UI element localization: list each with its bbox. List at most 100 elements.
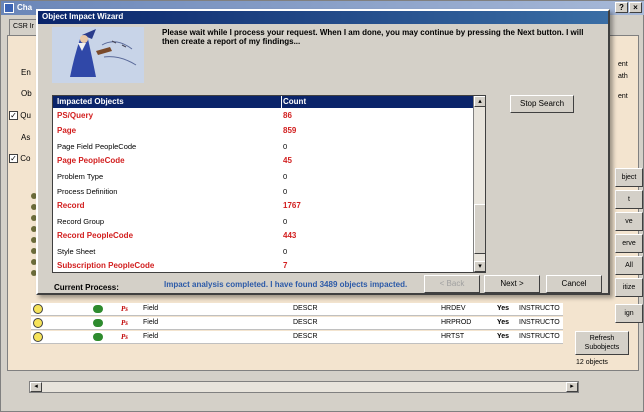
- side-label-3: ent: [618, 93, 628, 100]
- stop-search-button[interactable]: Stop Search: [510, 95, 574, 113]
- cell-db: HRDEV: [441, 305, 466, 312]
- list-item[interactable]: Page Field PeopleCode 0: [53, 138, 473, 154]
- side-button-object[interactable]: bject: [615, 168, 643, 187]
- horizontal-scrollbar[interactable]: ◂ ▸: [29, 381, 579, 393]
- object-count: 0: [283, 142, 288, 151]
- object-count: 0: [283, 187, 288, 196]
- object-count: 0: [283, 217, 288, 226]
- object-type: Page Field PeopleCode: [57, 142, 137, 151]
- peoplesoft-icon: Ps: [121, 319, 128, 327]
- cell-name: DESCR: [293, 319, 318, 326]
- scroll-down-icon[interactable]: ▾: [474, 261, 485, 272]
- wizard-message: Please wait while I process your request…: [162, 28, 584, 46]
- object-count: 1767: [283, 201, 301, 210]
- side-button-assign[interactable]: ign: [615, 304, 643, 323]
- object-type: Page: [57, 126, 77, 135]
- cell-type: Field: [143, 305, 159, 312]
- object-count: 12 objects: [576, 359, 608, 366]
- column-impacted-objects: Impacted Objects: [57, 97, 124, 106]
- clock-icon: [33, 304, 43, 314]
- list-item[interactable]: Subscription PeopleCode 7: [53, 258, 473, 272]
- column-count: Count: [283, 97, 307, 106]
- object-count: 0: [283, 172, 288, 181]
- object-impact-wizard-dialog: Object Impact Wizard Please wait while I…: [36, 9, 610, 295]
- peoplesoft-icon: Ps: [121, 333, 128, 341]
- wizard-title-bar[interactable]: Object Impact Wizard: [38, 11, 608, 24]
- table-row[interactable]: Ps Field DESCR HRPROD Yes INSTRUCTO: [31, 317, 563, 330]
- label-en: En: [21, 68, 31, 77]
- object-type: Record: [57, 201, 85, 210]
- label-as: As: [21, 133, 31, 142]
- impacted-objects-list[interactable]: Impacted Objects Count PS/Query 86 Page 859…: [52, 95, 486, 273]
- side-button-prioritize[interactable]: itize: [615, 278, 643, 297]
- table-row[interactable]: Ps Field DESCR HRTST Yes INSTRUCTO: [31, 331, 563, 344]
- scroll-thumb[interactable]: [474, 204, 485, 254]
- object-count: 859: [283, 126, 297, 135]
- background-title: Cha: [17, 3, 33, 12]
- scroll-up-icon[interactable]: ▴: [474, 96, 485, 107]
- clock-icon: [33, 332, 43, 342]
- object-type: Style Sheet: [57, 247, 96, 256]
- tab-csr-label: CSR Ir: [13, 23, 34, 30]
- object-count: 0: [283, 247, 288, 256]
- side-button-2[interactable]: t: [615, 190, 643, 209]
- cell-name: DESCR: [293, 305, 318, 312]
- cell-db: HRTST: [441, 333, 465, 340]
- list-item[interactable]: Page PeopleCode 45: [53, 153, 473, 169]
- object-count: 45: [283, 156, 292, 165]
- cell-owner: INSTRUCTO: [519, 305, 560, 312]
- checkbox-co[interactable]: ✓ Co: [9, 154, 31, 164]
- checkbox-qu-label: Qu: [20, 111, 31, 120]
- help-icon[interactable]: ?: [615, 2, 628, 13]
- cell-owner: INSTRUCTO: [519, 319, 560, 326]
- scroll-left-icon[interactable]: ◂: [30, 382, 42, 392]
- list-item[interactable]: Process Definition 0: [53, 183, 473, 199]
- vertical-scrollbar[interactable]: ▴ ▾: [473, 96, 485, 272]
- scroll-right-icon[interactable]: ▸: [566, 382, 578, 392]
- object-count: 7: [283, 261, 288, 270]
- object-type: Process Definition: [57, 187, 118, 196]
- back-button[interactable]: < Back: [424, 275, 480, 293]
- cell-type: Field: [143, 319, 159, 326]
- object-type: Subscription PeopleCode: [57, 261, 155, 270]
- object-count: 86: [283, 111, 292, 120]
- current-process-value: Impact analysis completed. I have found …: [164, 280, 408, 289]
- list-item[interactable]: PS/Query 86: [53, 108, 473, 124]
- next-button[interactable]: Next >: [484, 275, 540, 293]
- list-item[interactable]: Record 1767: [53, 198, 473, 214]
- checkbox-qu-box[interactable]: ✓: [9, 111, 18, 121]
- cell-type: Field: [143, 333, 159, 340]
- clock-icon: [33, 318, 43, 328]
- list-item[interactable]: Style Sheet 0: [53, 243, 473, 259]
- checkbox-co-box[interactable]: ✓: [9, 154, 18, 164]
- object-type: Record PeopleCode: [57, 231, 134, 240]
- cell-name: DESCR: [293, 333, 318, 340]
- refresh-subobjects-button[interactable]: Refresh Subobjects: [575, 331, 629, 355]
- wizard-icon: [52, 27, 144, 83]
- cancel-button[interactable]: Cancel: [546, 275, 602, 293]
- table-row[interactable]: Ps Field DESCR HRDEV Yes INSTRUCTO: [31, 303, 563, 316]
- list-header: Impacted Objects Count: [53, 96, 473, 108]
- list-item[interactable]: Page 859: [53, 123, 473, 139]
- object-count: 443: [283, 231, 297, 240]
- peoplesoft-icon: Ps: [121, 305, 128, 313]
- checkbox-co-label: Co: [20, 154, 31, 163]
- side-button-remove[interactable]: ve: [615, 212, 643, 231]
- column-divider: [281, 96, 282, 108]
- list-item[interactable]: Record PeopleCode 443: [53, 228, 473, 244]
- side-label-2: ath: [618, 73, 628, 80]
- cell-flag: Yes: [497, 305, 510, 312]
- checkbox-qu[interactable]: ✓ Qu: [9, 111, 31, 121]
- cell-flag: Yes: [497, 333, 510, 340]
- list-item[interactable]: Problem Type 0: [53, 168, 473, 184]
- side-button-all[interactable]: All: [615, 256, 643, 275]
- object-type: Record Group: [57, 217, 105, 226]
- close-icon[interactable]: ×: [629, 2, 642, 13]
- list-item[interactable]: Record Group 0: [53, 213, 473, 229]
- bulb-icon: [93, 333, 103, 341]
- side-button-reserve[interactable]: erve: [615, 234, 643, 253]
- cell-db: HRPROD: [441, 319, 472, 326]
- current-process-label: Current Process:: [54, 283, 119, 292]
- label-ob: Ob: [21, 89, 32, 98]
- cell-flag: Yes: [497, 319, 510, 326]
